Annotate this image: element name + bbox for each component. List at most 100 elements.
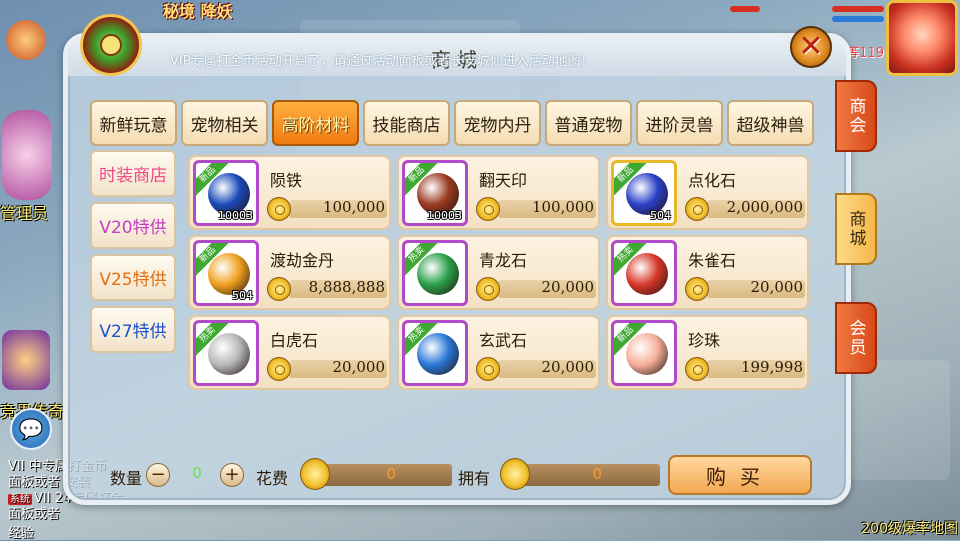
owned-value: 0 xyxy=(592,465,602,483)
tab-super-beasts[interactable]: 超级神兽 xyxy=(727,100,814,146)
coin-icon xyxy=(476,357,500,381)
item-card[interactable]: 新品 504 渡劫金丹 8,888,888 xyxy=(188,235,391,310)
item-card[interactable]: 新品 504 点化石 2,000,000 xyxy=(606,155,809,230)
item-price: 199,998 xyxy=(740,358,803,376)
price-row: 2,000,000 xyxy=(685,197,805,221)
close-x-icon: ✕ xyxy=(798,29,824,64)
subtab-v25[interactable]: V25特供 xyxy=(90,254,176,301)
mp-bar xyxy=(832,16,884,22)
item-icon-frame: 热卖 xyxy=(193,320,259,386)
tab-novelty[interactable]: 新鲜玩意 xyxy=(90,100,177,146)
item-icon-frame: 新品 504 xyxy=(193,240,259,306)
close-button[interactable]: ✕ xyxy=(790,26,832,68)
item-name: 点化石 xyxy=(688,171,737,190)
buy-button[interactable]: 购买 xyxy=(668,455,812,495)
tab-pet-core[interactable]: 宠物内丹 xyxy=(454,100,541,146)
coin-icon xyxy=(476,197,500,221)
item-icon-frame: 新品 504 xyxy=(611,160,677,226)
item-name: 珍珠 xyxy=(688,331,721,350)
price-row: 20,000 xyxy=(267,357,387,381)
chat-line: 经验 xyxy=(8,526,35,541)
item-name: 渡劫金丹 xyxy=(270,251,335,270)
item-card[interactable]: 热卖 白虎石 20,000 xyxy=(188,315,391,390)
cost-label: 花费 xyxy=(256,469,289,488)
subtab-label: V20特供 xyxy=(99,218,167,238)
npc-avatar[interactable] xyxy=(6,20,46,60)
purchase-bar: 数量 − 0 + 花费 0 拥有 0 xyxy=(110,458,670,494)
coin-icon xyxy=(267,357,291,381)
item-card[interactable]: 热卖 青龙石 20,000 xyxy=(397,235,600,310)
item-price: 20,000 xyxy=(541,278,595,296)
item-icon-frame: 新品 10003 xyxy=(402,160,468,226)
item-card[interactable]: 新品 10003 翻天印 100,000 xyxy=(397,155,600,230)
price-row: 100,000 xyxy=(267,197,387,221)
coin-icon xyxy=(685,357,709,381)
side-tab-guild[interactable]: 商会 xyxy=(835,80,877,152)
item-price: 8,888,888 xyxy=(308,278,385,296)
npc-figure[interactable] xyxy=(2,110,52,200)
map-name[interactable]: 200级爆率地图 xyxy=(861,518,958,538)
side-tab-shop[interactable]: 商城 xyxy=(835,193,877,265)
coin-icon xyxy=(267,277,291,301)
subtab-v20[interactable]: V20特供 xyxy=(90,202,176,249)
item-name: 玄武石 xyxy=(479,331,528,350)
item-icon-frame: 热卖 xyxy=(402,320,468,386)
owned-label: 拥有 xyxy=(458,469,491,488)
coin-icon xyxy=(685,197,709,221)
item-price: 2,000,000 xyxy=(726,198,803,216)
item-icon xyxy=(417,333,459,375)
subtab-label: V27特供 xyxy=(99,322,167,342)
player-avatar[interactable] xyxy=(886,0,958,76)
price-row: 20,000 xyxy=(685,277,805,301)
price-row: 20,000 xyxy=(476,357,596,381)
tab-common-pets[interactable]: 普通宠物 xyxy=(545,100,632,146)
item-price: 20,000 xyxy=(541,358,595,376)
owned-bar: 0 xyxy=(522,464,660,486)
subtab-v27[interactable]: V27特供 xyxy=(90,306,176,353)
coin-icon xyxy=(476,277,500,301)
item-name: 白虎石 xyxy=(270,331,319,350)
item-grid: 新品 10003 陨铁 100,000 新品 10003 翻天印 100,000 新品 504 点化… xyxy=(188,155,809,390)
player-level: 等119 xyxy=(846,46,884,61)
price-row: 20,000 xyxy=(476,277,596,301)
increase-button[interactable]: + xyxy=(220,463,244,487)
quantity-label: 数量 xyxy=(110,469,143,488)
item-name: 翻天印 xyxy=(479,171,528,190)
category-tabs: 新鲜玩意 宠物相关 高阶材料 技能商店 宠物内丹 普通宠物 进阶灵兽 超级神兽 xyxy=(90,100,814,146)
subtab-label: V25特供 xyxy=(99,270,167,290)
tab-skill-shop[interactable]: 技能商店 xyxy=(363,100,450,146)
item-card[interactable]: 热卖 朱雀石 20,000 xyxy=(606,235,809,310)
item-count: 10003 xyxy=(427,209,462,222)
shop-emblem-icon xyxy=(80,14,142,76)
decrease-button[interactable]: − xyxy=(146,463,170,487)
quantity-field[interactable]: 0 xyxy=(177,464,217,486)
item-card[interactable]: 热卖 玄武石 20,000 xyxy=(397,315,600,390)
tab-pet-related[interactable]: 宠物相关 xyxy=(181,100,268,146)
item-card[interactable]: 新品 珍珠 199,998 xyxy=(606,315,809,390)
left-label-admin: 管理员 xyxy=(0,204,49,223)
item-price: 100,000 xyxy=(531,198,594,216)
coin-icon xyxy=(685,277,709,301)
item-icon xyxy=(417,253,459,295)
side-tab-vip[interactable]: 会员 xyxy=(835,302,877,374)
announcement-marquee: VIP专属打金币活动开启了，请通过活动面板或者长安城仙进入活动地图！ xyxy=(170,54,594,69)
item-icon-frame: 新品 10003 xyxy=(193,160,259,226)
hp-bar xyxy=(832,6,884,12)
item-price: 20,000 xyxy=(750,278,804,296)
tab-advanced-materials[interactable]: 高阶材料 xyxy=(272,100,359,146)
item-card[interactable]: 新品 10003 陨铁 100,000 xyxy=(188,155,391,230)
tab-advanced-beasts[interactable]: 进阶灵兽 xyxy=(636,100,723,146)
npc-figure-2[interactable] xyxy=(2,330,50,390)
chat-bubble-icon[interactable]: 💬 xyxy=(10,408,52,450)
item-icon xyxy=(626,253,668,295)
sub-tabs: 时装商店 V20特供 V25特供 V27特供 xyxy=(90,150,176,353)
item-count: 504 xyxy=(232,289,253,302)
top-title: 秘境 降妖 xyxy=(163,2,233,21)
item-name: 陨铁 xyxy=(270,171,303,190)
item-icon-frame: 热卖 xyxy=(402,240,468,306)
price-row: 199,998 xyxy=(685,357,805,381)
scene-character xyxy=(850,360,950,480)
coin-icon xyxy=(300,458,330,490)
subtab-fashion[interactable]: 时装商店 xyxy=(90,150,176,197)
price-row: 100,000 xyxy=(476,197,596,221)
